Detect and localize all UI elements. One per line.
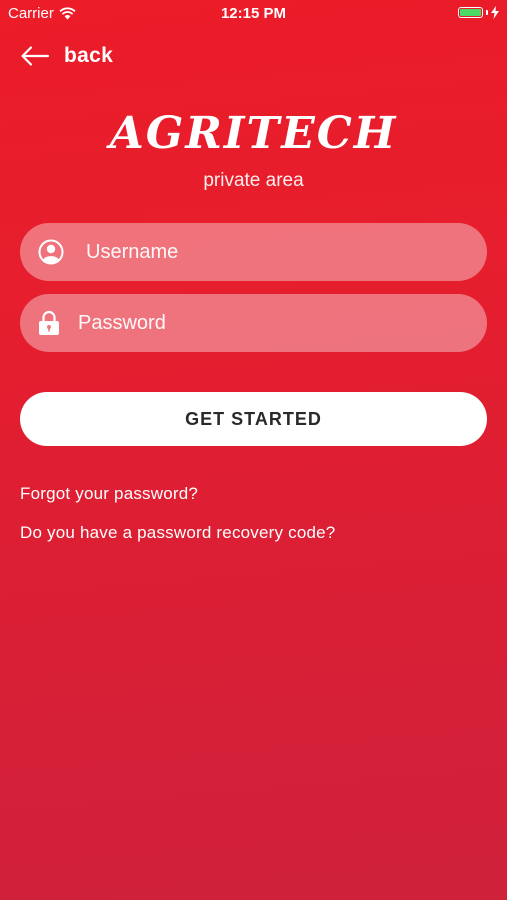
charging-bolt-icon [491,6,499,19]
app-logo: AGRITECH [109,108,398,159]
recovery-code-link[interactable]: Do you have a password recovery code? [20,523,335,543]
login-screen: Carrier 12:15 PM back AGRITECH private a… [0,0,507,900]
username-input[interactable] [84,239,448,265]
status-time: 12:15 PM [220,5,287,22]
password-field[interactable] [20,294,487,352]
username-field[interactable] [20,223,487,281]
user-icon [38,239,64,265]
get-started-button[interactable]: GET STARTED [20,392,487,446]
password-input[interactable] [76,310,440,336]
back-arrow-icon [21,46,50,66]
page-subtitle: private area [203,170,304,191]
battery-icon [458,6,499,19]
status-bar: Carrier 12:15 PM [0,0,507,28]
forgot-password-link[interactable]: Forgot your password? [20,484,198,504]
back-label: back [64,44,114,67]
lock-icon [39,310,59,335]
back-button[interactable]: back [20,44,113,68]
